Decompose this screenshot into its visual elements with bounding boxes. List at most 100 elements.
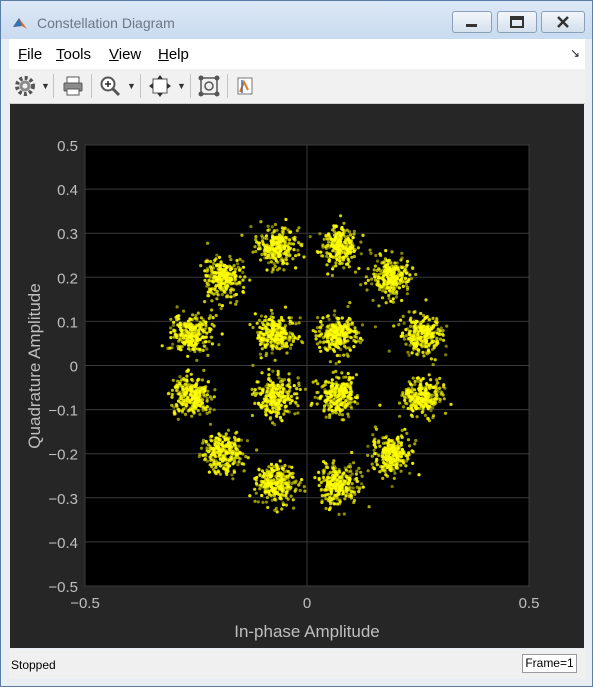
data-point (212, 447, 216, 451)
data-point (251, 250, 255, 254)
data-point (339, 233, 343, 238)
data-point (377, 439, 381, 443)
data-point (366, 278, 370, 282)
zoom-in-icon[interactable] (98, 74, 122, 98)
data-point (261, 500, 265, 504)
data-point (332, 238, 337, 242)
data-point (348, 477, 352, 481)
data-point (219, 274, 223, 278)
menu-view[interactable]: View (109, 46, 141, 63)
data-point (294, 266, 298, 270)
data-point (246, 456, 250, 460)
data-point (319, 320, 323, 324)
data-point (319, 250, 323, 254)
data-point (266, 386, 270, 390)
gear-icon[interactable] (13, 74, 37, 98)
data-point (217, 255, 222, 259)
data-point (250, 392, 254, 396)
data-point (265, 256, 269, 260)
data-point (335, 340, 339, 345)
data-point (271, 347, 275, 351)
data-point (196, 409, 200, 413)
data-point (212, 468, 216, 472)
data-point (222, 289, 226, 294)
maximize-button[interactable] (497, 11, 537, 33)
dock-arrow-icon[interactable]: ↘ (570, 46, 580, 60)
data-point (346, 382, 350, 386)
data-point (431, 316, 435, 320)
data-point (414, 272, 418, 277)
data-point (317, 329, 321, 333)
data-point (371, 298, 375, 302)
data-point (348, 301, 352, 305)
data-point (292, 384, 296, 388)
data-point (195, 316, 199, 320)
data-point (270, 351, 274, 355)
data-point (269, 462, 274, 466)
data-point (279, 485, 283, 490)
x-tick-label: 0.5 (519, 595, 540, 612)
data-point (254, 249, 258, 254)
toolbar-separator (140, 74, 141, 98)
data-point (210, 291, 214, 295)
frame-indicator: Frame=1 (522, 654, 577, 673)
data-point (205, 446, 209, 450)
autoscale-dropdown-icon[interactable]: ▼ (177, 81, 186, 91)
data-point (233, 277, 238, 281)
menu-view-rest: iew (118, 46, 142, 63)
zoom-dropdown-icon[interactable]: ▼ (127, 81, 136, 91)
data-point (412, 324, 416, 328)
data-point (351, 236, 355, 240)
gear-dropdown-icon[interactable]: ▼ (41, 81, 50, 91)
data-point (208, 444, 212, 449)
data-point (400, 435, 404, 440)
data-point (288, 472, 292, 476)
data-point (401, 393, 405, 397)
data-point (285, 409, 289, 413)
data-point (325, 314, 329, 319)
data-point (421, 350, 425, 354)
data-point (332, 313, 336, 317)
data-point (226, 467, 230, 471)
data-point (339, 347, 343, 351)
data-point (411, 450, 415, 454)
data-point (437, 387, 441, 391)
data-point (333, 393, 337, 397)
data-point (266, 505, 270, 510)
data-point (199, 446, 204, 450)
data-point (206, 389, 210, 393)
menu-file[interactable]: File (18, 46, 42, 63)
reference-constellation-icon[interactable] (197, 74, 221, 98)
data-point (170, 403, 174, 407)
autoscale-icon[interactable] (148, 74, 172, 98)
data-point (204, 439, 208, 444)
data-point (230, 473, 234, 477)
data-point (259, 479, 263, 483)
data-point (330, 337, 334, 342)
data-point (264, 343, 268, 348)
data-point (384, 290, 388, 294)
data-point (202, 368, 206, 372)
data-point (373, 275, 377, 279)
data-point (298, 387, 302, 392)
data-point (232, 264, 236, 268)
menu-help[interactable]: Help (158, 46, 189, 63)
data-point (269, 249, 273, 253)
data-point (364, 275, 368, 279)
title-bar[interactable]: Constellation Diagram (1, 1, 592, 39)
measurement-icon[interactable] (234, 74, 258, 98)
menu-tools[interactable]: Tools (56, 46, 91, 63)
print-icon[interactable] (61, 74, 85, 98)
data-point (234, 452, 239, 456)
constellation-plot[interactable]: 0.5 0.4 0.3 0.2 0.1 0 −0.1 −0.2 −0.3 −0.4 −0.5−0.5… (10, 104, 584, 648)
data-point (170, 395, 174, 399)
minimize-button[interactable] (452, 11, 492, 33)
data-point (234, 437, 238, 441)
data-point (160, 344, 164, 348)
data-point (324, 497, 328, 501)
close-button[interactable] (541, 11, 585, 33)
data-point (413, 442, 417, 446)
data-point (392, 275, 396, 279)
data-point (329, 502, 333, 506)
data-point (269, 242, 273, 246)
